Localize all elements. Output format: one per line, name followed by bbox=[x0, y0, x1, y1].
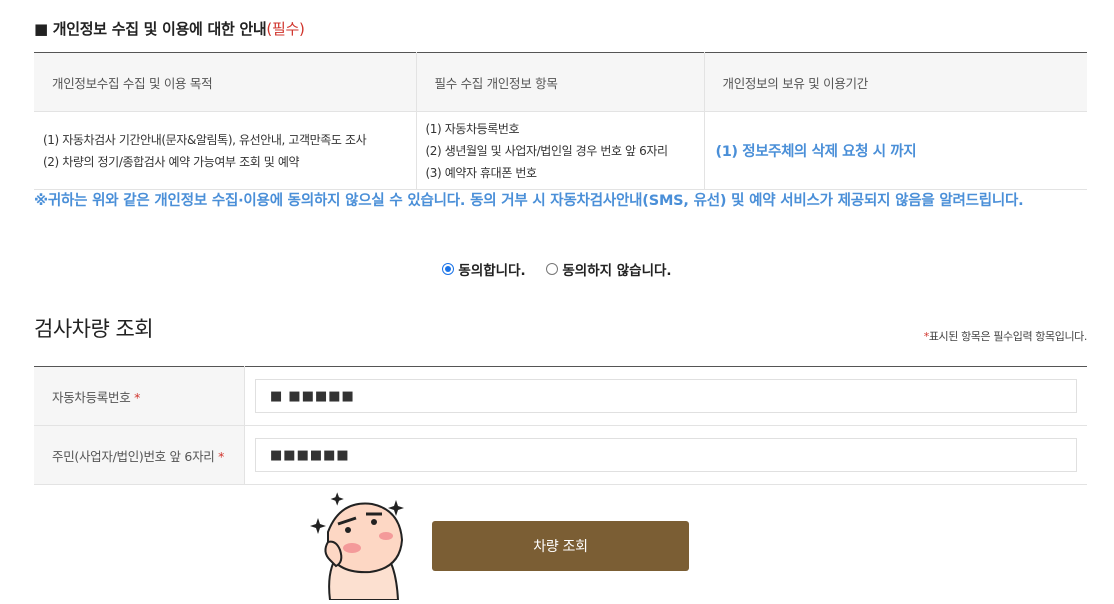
disagree-label: 동의하지 않습니다. bbox=[562, 263, 672, 279]
vehicle-search-button[interactable]: 차량 조회 bbox=[432, 521, 689, 571]
header-items: 필수 수집 개인정보 항목 bbox=[416, 52, 705, 112]
retention-cell: (1) 정보주체의 삭제 요청 시 까지 bbox=[704, 111, 1087, 190]
item-line: (1) 자동차등록번호 bbox=[425, 121, 520, 136]
notice-title: ■ 개인정보 수집 및 이용에 대한 안내(필수) bbox=[34, 18, 305, 39]
purpose-line: (1) 자동차검사 기간안내(문자&알림톡), 유선안내, 고객만족도 조사 bbox=[43, 132, 367, 147]
id-cell bbox=[244, 425, 1087, 485]
mascot-icon bbox=[310, 492, 404, 600]
disagree-option[interactable]: 동의하지 않습니다. bbox=[546, 259, 672, 279]
plate-number-input[interactable] bbox=[255, 379, 1077, 413]
vehicle-form: 자동차등록번호 * 주민(사업자/법인)번호 앞 6자리 * bbox=[34, 366, 1087, 485]
required-tag: (필수) bbox=[266, 20, 305, 38]
agree-label: 동의합니다. bbox=[458, 263, 526, 279]
purpose-cell: (1) 자동차검사 기간안내(문자&알림톡), 유선안내, 고객만족도 조사 (… bbox=[34, 111, 417, 190]
consent-warning: ※귀하는 위와 같은 개인정보 수집·이용에 동의하지 않으실 수 있습니다. … bbox=[34, 193, 1024, 209]
privacy-table: 개인정보수집 수집 및 이용 목적 필수 수집 개인정보 항목 개인정보의 보유… bbox=[34, 52, 1087, 190]
required-note: *표시된 항목은 필수입력 항목입니다. bbox=[924, 328, 1088, 344]
agree-radio[interactable] bbox=[442, 263, 455, 275]
notice-title-text: ■ 개인정보 수집 및 이용에 대한 안내 bbox=[34, 20, 267, 38]
item-line: (3) 예약자 휴대폰 번호 bbox=[425, 165, 538, 180]
required-star: * bbox=[134, 389, 141, 405]
consent-group: 동의합니다. 동의하지 않습니다. bbox=[0, 259, 1114, 279]
disagree-radio[interactable] bbox=[546, 263, 559, 275]
id-number-input[interactable] bbox=[255, 438, 1077, 472]
header-retention: 개인정보의 보유 및 이용기간 bbox=[704, 52, 1087, 112]
item-line: (2) 생년월일 및 사업자/법인일 경우 번호 앞 6자리 bbox=[425, 143, 669, 158]
items-cell: (1) 자동차등록번호 (2) 생년월일 및 사업자/법인일 경우 번호 앞 6… bbox=[416, 111, 705, 190]
id-label: 주민(사업자/법인)번호 앞 6자리 * bbox=[34, 425, 245, 485]
plate-label-text: 자동차등록번호 bbox=[52, 389, 131, 405]
plate-cell bbox=[244, 366, 1087, 426]
required-note-text: 표시된 항목은 필수입력 항목입니다. bbox=[928, 330, 1088, 343]
purpose-line: (2) 차량의 정기/종합검사 예약 가능여부 조회 및 예약 bbox=[43, 154, 300, 169]
header-purpose: 개인정보수집 수집 및 이용 목적 bbox=[34, 52, 417, 112]
required-star: * bbox=[218, 448, 225, 464]
id-label-text: 주민(사업자/법인)번호 앞 6자리 bbox=[52, 448, 215, 464]
agree-option[interactable]: 동의합니다. bbox=[442, 259, 526, 279]
section-title: 검사차량 조회 bbox=[34, 317, 154, 341]
plate-label: 자동차등록번호 * bbox=[34, 366, 245, 426]
